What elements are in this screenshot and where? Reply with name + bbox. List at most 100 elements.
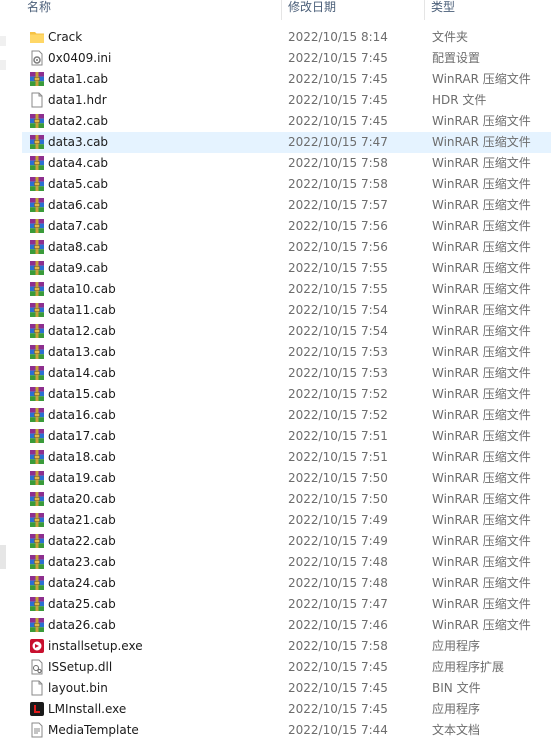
winrar-archive-icon bbox=[29, 596, 45, 612]
file-row[interactable]: data13.cab 2022/10/15 7:53 WinRAR 压缩文件 bbox=[22, 342, 551, 363]
file-name: data22.cab bbox=[48, 534, 116, 548]
file-row[interactable]: data6.cab 2022/10/15 7:57 WinRAR 压缩文件 bbox=[22, 195, 551, 216]
file-type: 应用程序 bbox=[432, 639, 481, 653]
file-type: 配置设置 bbox=[432, 51, 481, 65]
file-type: HDR 文件 bbox=[432, 93, 487, 107]
file-type: WinRAR 压缩文件 bbox=[432, 114, 531, 128]
file-date-modified: 2022/10/15 7:49 bbox=[288, 534, 388, 548]
file-name: data14.cab bbox=[48, 366, 116, 380]
file-type: 文本文档 bbox=[432, 723, 481, 737]
file-date-modified: 2022/10/15 7:45 bbox=[288, 114, 388, 128]
file-row[interactable]: data4.cab 2022/10/15 7:58 WinRAR 压缩文件 bbox=[22, 153, 551, 174]
file-row[interactable]: data22.cab 2022/10/15 7:49 WinRAR 压缩文件 bbox=[22, 531, 551, 552]
file-type: WinRAR 压缩文件 bbox=[432, 156, 531, 170]
winrar-archive-icon bbox=[29, 428, 45, 444]
file-row[interactable]: data20.cab 2022/10/15 7:50 WinRAR 压缩文件 bbox=[22, 489, 551, 510]
file-name: data26.cab bbox=[48, 618, 116, 632]
file-row[interactable]: installsetup.exe 2022/10/15 7:58 应用程序 bbox=[22, 636, 551, 657]
file-row[interactable]: data14.cab 2022/10/15 7:53 WinRAR 压缩文件 bbox=[22, 363, 551, 384]
file-date-modified: 2022/10/15 7:56 bbox=[288, 240, 388, 254]
file-date-modified: 2022/10/15 7:54 bbox=[288, 324, 388, 338]
file-type: WinRAR 压缩文件 bbox=[432, 240, 531, 254]
file-date-modified: 2022/10/15 7:45 bbox=[288, 681, 388, 695]
file-row[interactable]: data15.cab 2022/10/15 7:52 WinRAR 压缩文件 bbox=[22, 384, 551, 405]
file-name: data23.cab bbox=[48, 555, 116, 569]
winrar-archive-icon bbox=[29, 197, 45, 213]
winrar-archive-icon bbox=[29, 533, 45, 549]
file-row[interactable]: data23.cab 2022/10/15 7:48 WinRAR 压缩文件 bbox=[22, 552, 551, 573]
file-date-modified: 2022/10/15 7:58 bbox=[288, 177, 388, 191]
file-date-modified: 2022/10/15 7:48 bbox=[288, 576, 388, 590]
file-type: WinRAR 压缩文件 bbox=[432, 72, 531, 86]
file-row[interactable]: data2.cab 2022/10/15 7:45 WinRAR 压缩文件 bbox=[22, 111, 551, 132]
file-row[interactable]: data1.hdr 2022/10/15 7:45 HDR 文件 bbox=[22, 90, 551, 111]
file-date-modified: 2022/10/15 7:58 bbox=[288, 156, 388, 170]
column-divider[interactable] bbox=[281, 0, 282, 20]
nav-expand-mark[interactable] bbox=[0, 60, 6, 70]
file-row[interactable]: data7.cab 2022/10/15 7:56 WinRAR 压缩文件 bbox=[22, 216, 551, 237]
file-type: WinRAR 压缩文件 bbox=[432, 429, 531, 443]
ini-file-icon bbox=[29, 50, 45, 66]
file-date-modified: 2022/10/15 7:46 bbox=[288, 618, 388, 632]
file-row[interactable]: data12.cab 2022/10/15 7:54 WinRAR 压缩文件 bbox=[22, 321, 551, 342]
file-row[interactable]: 0x0409.ini 2022/10/15 7:45 配置设置 bbox=[22, 48, 551, 69]
file-name: data12.cab bbox=[48, 324, 116, 338]
column-divider[interactable] bbox=[424, 0, 425, 20]
file-date-modified: 2022/10/15 7:50 bbox=[288, 471, 388, 485]
file-type: WinRAR 压缩文件 bbox=[432, 198, 531, 212]
file-row[interactable]: data26.cab 2022/10/15 7:46 WinRAR 压缩文件 bbox=[22, 615, 551, 636]
winrar-archive-icon bbox=[29, 155, 45, 171]
file-row[interactable]: data5.cab 2022/10/15 7:58 WinRAR 压缩文件 bbox=[22, 174, 551, 195]
winrar-archive-icon bbox=[29, 491, 45, 507]
file-row[interactable]: data19.cab 2022/10/15 7:50 WinRAR 压缩文件 bbox=[22, 468, 551, 489]
winrar-archive-icon bbox=[29, 344, 45, 360]
file-row[interactable]: layout.bin 2022/10/15 7:45 BIN 文件 bbox=[22, 678, 551, 699]
file-row[interactable]: data1.cab 2022/10/15 7:45 WinRAR 压缩文件 bbox=[22, 69, 551, 90]
blank-file-icon bbox=[29, 92, 45, 108]
file-name: data24.cab bbox=[48, 576, 116, 590]
file-row[interactable]: LMInstall.exe 2022/10/15 7:45 应用程序 bbox=[22, 699, 551, 720]
file-name: data13.cab bbox=[48, 345, 116, 359]
file-row[interactable]: Crack 2022/10/15 8:14 文件夹 bbox=[22, 27, 551, 48]
file-name: data25.cab bbox=[48, 597, 116, 611]
nav-expand-mark[interactable] bbox=[0, 36, 6, 46]
winrar-archive-icon bbox=[29, 470, 45, 486]
column-header-name[interactable]: 名称 bbox=[27, 0, 51, 20]
file-name: data3.cab bbox=[48, 135, 109, 149]
file-row[interactable]: data25.cab 2022/10/15 7:47 WinRAR 压缩文件 bbox=[22, 594, 551, 615]
installer-app-icon bbox=[29, 638, 45, 654]
nav-scroll-thumb[interactable] bbox=[0, 545, 6, 569]
file-type: WinRAR 压缩文件 bbox=[432, 576, 531, 590]
column-header-type[interactable]: 类型 bbox=[431, 0, 455, 20]
file-row[interactable]: data17.cab 2022/10/15 7:51 WinRAR 压缩文件 bbox=[22, 426, 551, 447]
column-header-date-modified[interactable]: 修改日期 bbox=[288, 0, 336, 20]
file-row[interactable]: data11.cab 2022/10/15 7:54 WinRAR 压缩文件 bbox=[22, 300, 551, 321]
file-name: data1.hdr bbox=[48, 93, 107, 107]
file-date-modified: 2022/10/15 7:51 bbox=[288, 429, 388, 443]
file-row[interactable]: data21.cab 2022/10/15 7:49 WinRAR 压缩文件 bbox=[22, 510, 551, 531]
file-date-modified: 2022/10/15 7:55 bbox=[288, 282, 388, 296]
dll-file-icon bbox=[29, 659, 45, 675]
file-row[interactable]: ISSetup.dll 2022/10/15 7:45 应用程序扩展 bbox=[22, 657, 551, 678]
winrar-archive-icon bbox=[29, 386, 45, 402]
file-name: data5.cab bbox=[48, 177, 109, 191]
file-row[interactable]: data9.cab 2022/10/15 7:55 WinRAR 压缩文件 bbox=[22, 258, 551, 279]
winrar-archive-icon bbox=[29, 617, 45, 633]
file-row[interactable]: data24.cab 2022/10/15 7:48 WinRAR 压缩文件 bbox=[22, 573, 551, 594]
file-name: Crack bbox=[48, 30, 83, 44]
file-date-modified: 2022/10/15 7:44 bbox=[288, 723, 388, 737]
file-name: data9.cab bbox=[48, 261, 109, 275]
file-row[interactable]: MediaTemplate 2022/10/15 7:44 文本文档 bbox=[22, 720, 551, 741]
file-row[interactable]: data10.cab 2022/10/15 7:55 WinRAR 压缩文件 bbox=[22, 279, 551, 300]
file-name: data15.cab bbox=[48, 387, 116, 401]
file-name: data10.cab bbox=[48, 282, 116, 296]
file-name: data2.cab bbox=[48, 114, 109, 128]
file-name: data19.cab bbox=[48, 471, 116, 485]
file-row-selected[interactable]: data3.cab 2022/10/15 7:47 WinRAR 压缩文件 bbox=[22, 132, 551, 153]
file-type: WinRAR 压缩文件 bbox=[432, 366, 531, 380]
file-row[interactable]: data8.cab 2022/10/15 7:56 WinRAR 压缩文件 bbox=[22, 237, 551, 258]
file-row[interactable]: data18.cab 2022/10/15 7:51 WinRAR 压缩文件 bbox=[22, 447, 551, 468]
winrar-archive-icon bbox=[29, 71, 45, 87]
file-row[interactable]: data16.cab 2022/10/15 7:52 WinRAR 压缩文件 bbox=[22, 405, 551, 426]
file-type: WinRAR 压缩文件 bbox=[432, 177, 531, 191]
